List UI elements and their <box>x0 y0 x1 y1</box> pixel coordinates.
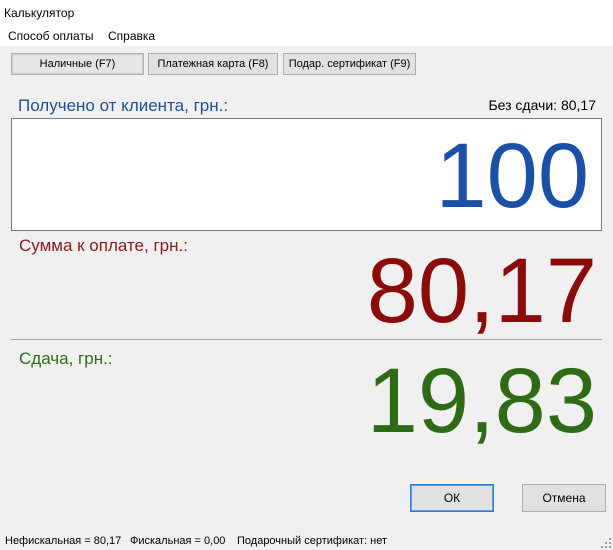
received-value: 100 <box>435 125 590 227</box>
status-certificate: Подарочный сертификат: нет <box>237 535 388 547</box>
status-fiscal: Фискальная = 0,00 <box>130 535 226 547</box>
divider <box>11 339 602 340</box>
ok-button[interactable]: ОК <box>410 484 494 512</box>
change-label: Сдача, грн.: <box>19 349 113 368</box>
menu-bar: Способ оплаты Справка <box>0 26 613 46</box>
tab-cash[interactable]: Наличные (F7) <box>11 53 144 75</box>
no-change-label: Без сдачи: 80,17 <box>488 97 596 113</box>
amount-due-label: Сумма к оплате, грн.: <box>19 236 188 255</box>
menu-payment-method[interactable]: Способ оплаты <box>8 29 94 43</box>
amount-due-value: 80,17 <box>366 240 597 342</box>
tab-gift-certificate[interactable]: Подар. сертификат (F9) <box>283 53 416 75</box>
menu-help[interactable]: Справка <box>108 29 155 43</box>
cancel-button[interactable]: Отмена <box>522 484 606 512</box>
status-nonfiscal: Нефискальная = 80,17 <box>5 535 122 547</box>
status-bar: Нефискальная = 80,17 Фискальная = 0,00 П… <box>0 532 613 550</box>
change-value: 19,83 <box>366 350 597 452</box>
resize-grip-icon[interactable] <box>600 537 612 549</box>
window-title: Калькулятор <box>0 0 613 26</box>
tab-payment-card[interactable]: Платежная карта (F8) <box>148 53 278 75</box>
received-label: Получено от клиента, грн.: <box>18 96 229 115</box>
received-input[interactable]: 100 <box>11 118 602 231</box>
